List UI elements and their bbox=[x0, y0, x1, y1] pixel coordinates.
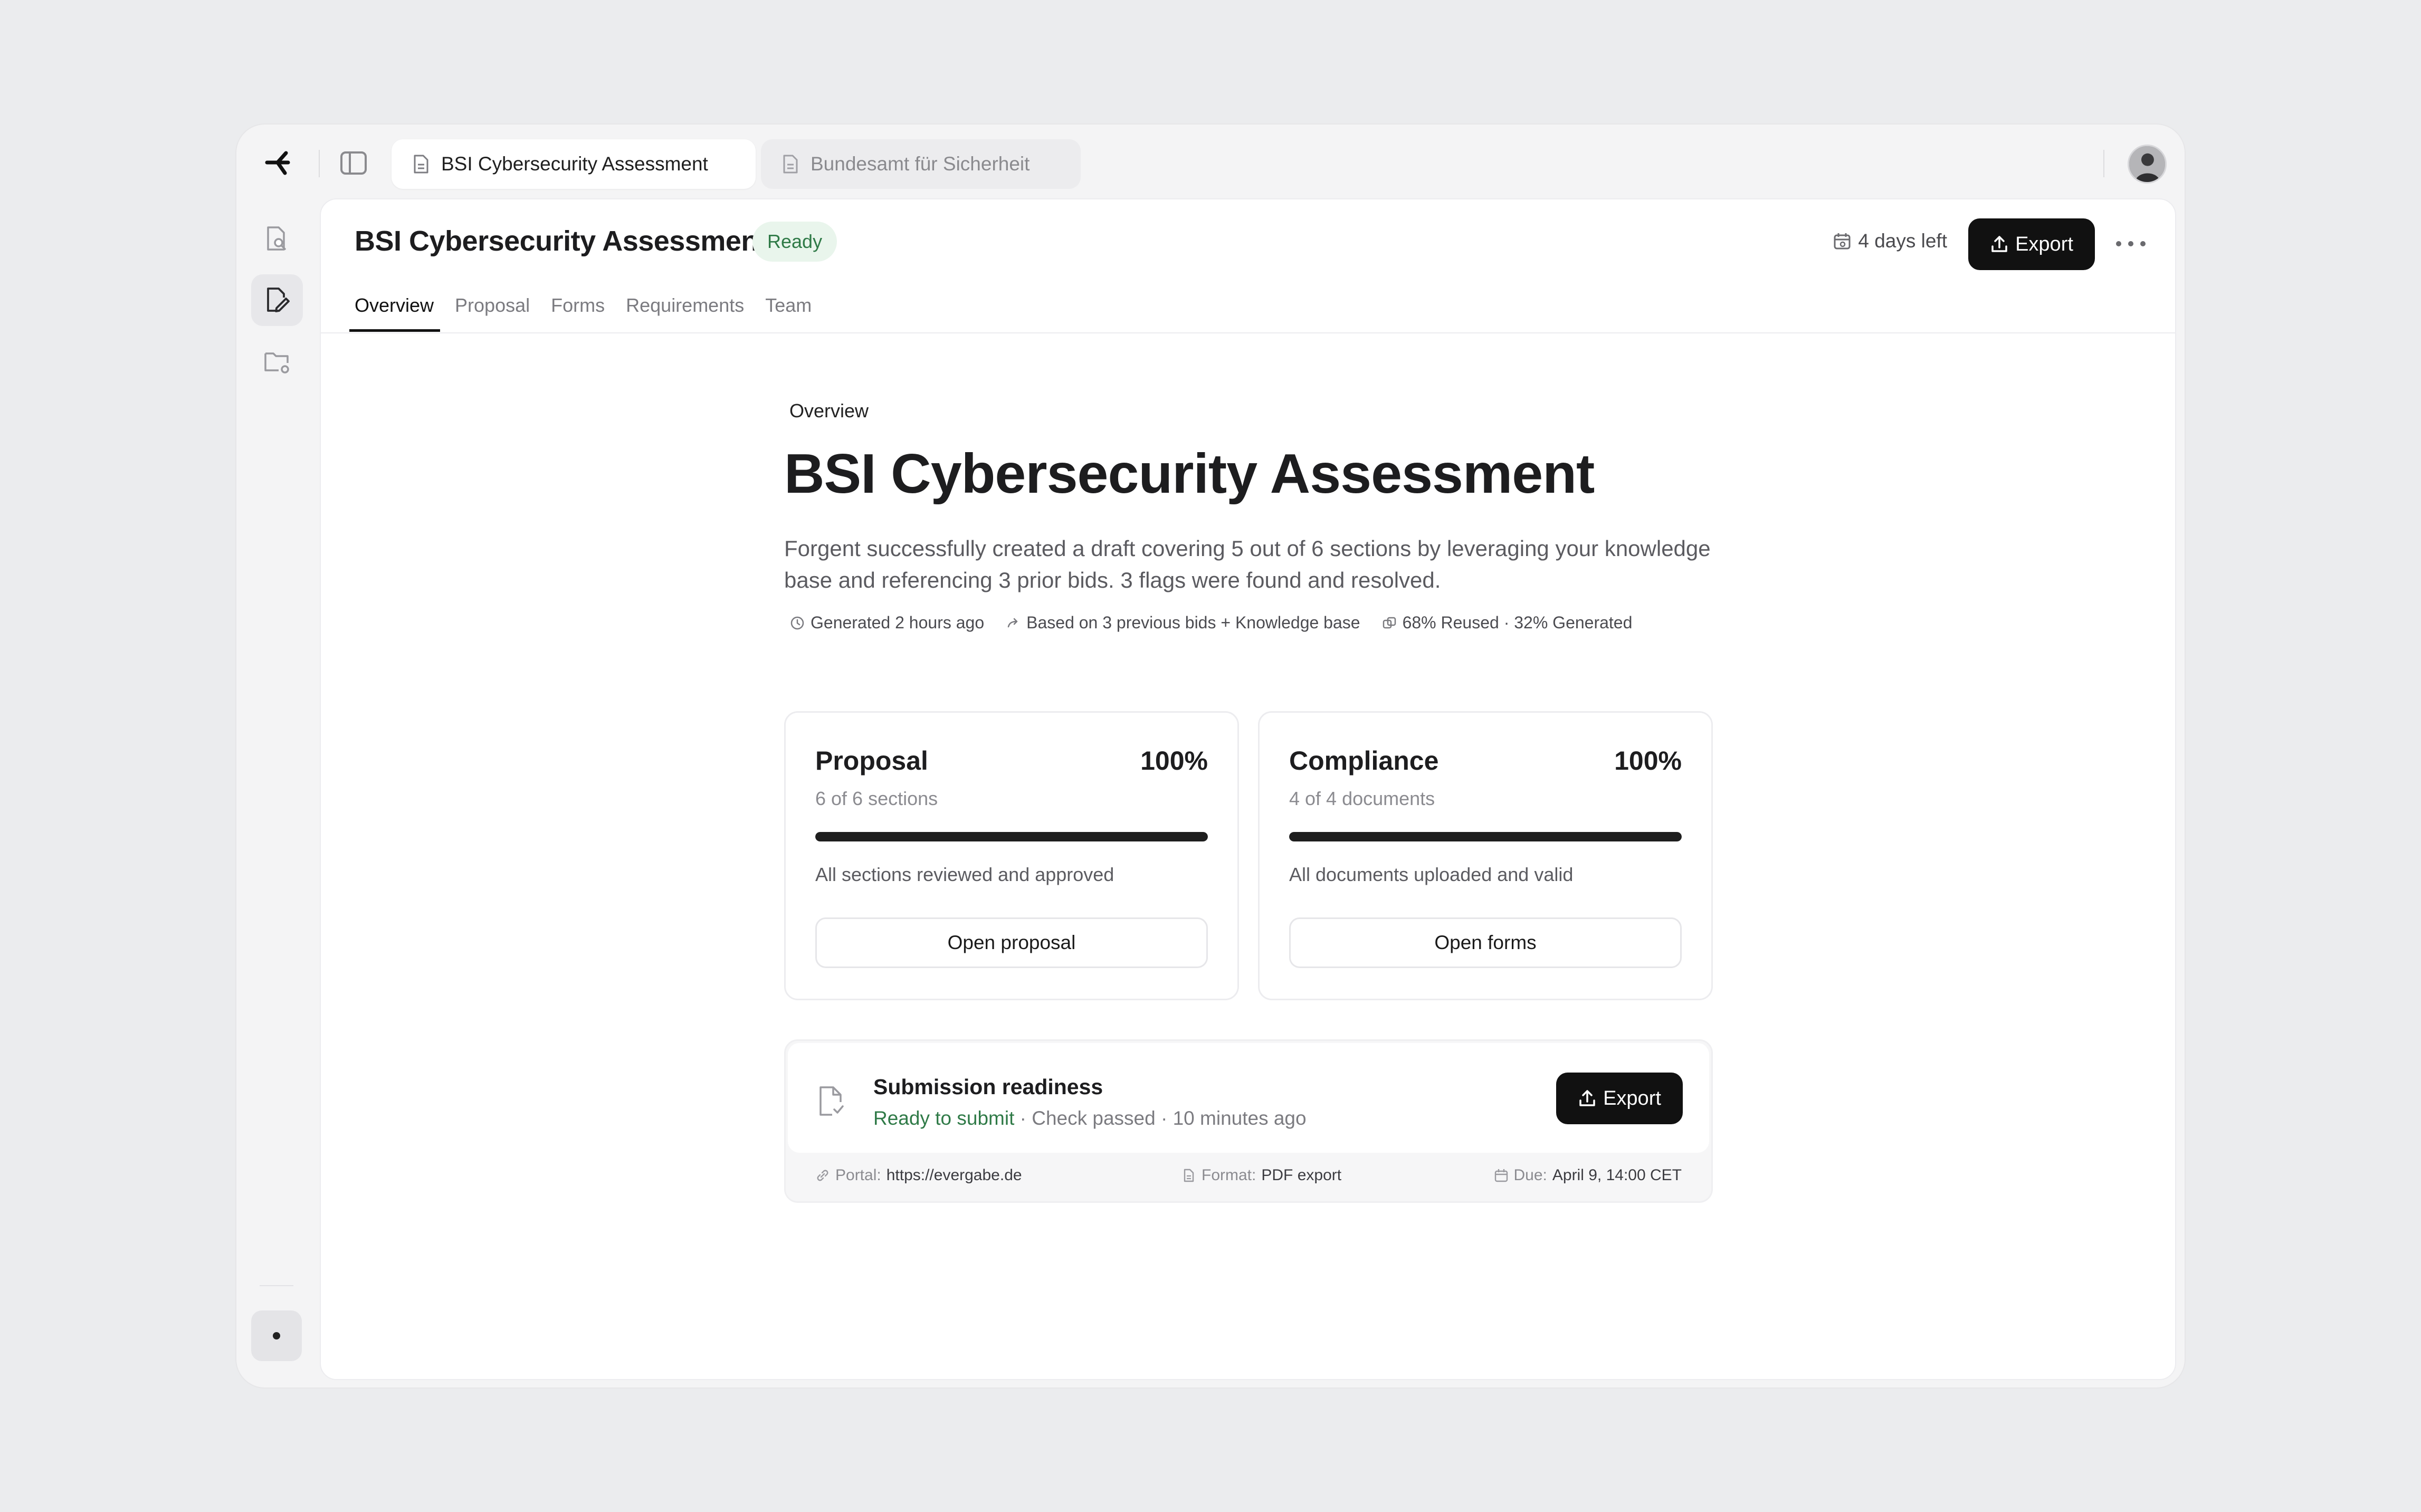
portal-link[interactable]: https://evergabe.de bbox=[887, 1166, 1022, 1184]
submission-readiness-panel: Submission readiness Ready to submit · C… bbox=[784, 1039, 1713, 1203]
tab-team[interactable]: Team bbox=[765, 290, 812, 332]
document-icon bbox=[783, 155, 798, 174]
compliance-card: Compliance 100% 4 of 4 documents All doc… bbox=[1258, 711, 1713, 1000]
app-logo[interactable] bbox=[264, 149, 291, 176]
progress-bar bbox=[1289, 832, 1682, 841]
file-icon bbox=[1184, 1169, 1194, 1182]
tab-requirements[interactable]: Requirements bbox=[626, 290, 744, 332]
user-avatar-icon bbox=[2129, 146, 2165, 182]
progress-fill bbox=[1289, 832, 1682, 841]
tab-label: Bundesamt für Sicherheit bbox=[811, 153, 1030, 175]
main-panel: BSI Cybersecurity Assessment Ready 4 day… bbox=[320, 198, 2176, 1380]
submission-status: Ready to submit · Check passed · 10 minu… bbox=[873, 1107, 1307, 1130]
page-title: BSI Cybersecurity Assessment bbox=[355, 225, 768, 257]
settings-button[interactable] bbox=[251, 1310, 302, 1361]
tab-bsi-cybersecurity[interactable]: BSI Cybersecurity Assessment bbox=[392, 139, 756, 189]
recycle-icon bbox=[1383, 617, 1396, 628]
card-subtitle: 6 of 6 sections bbox=[815, 788, 938, 809]
document-search-icon bbox=[267, 226, 286, 251]
divider bbox=[319, 150, 320, 177]
document-check-icon bbox=[819, 1086, 844, 1116]
open-proposal-button[interactable]: Open proposal bbox=[815, 917, 1208, 968]
overview-description: Forgent successfully created a draft cov… bbox=[784, 536, 1711, 592]
due-value: April 9, 14:00 CET bbox=[1552, 1166, 1682, 1184]
tab-bundesamt[interactable]: Bundesamt für Sicherheit bbox=[761, 139, 1081, 189]
link-icon bbox=[817, 1170, 828, 1181]
avatar[interactable] bbox=[2128, 145, 2167, 184]
based-on-meta: Based on 3 previous bids + Knowledge bas… bbox=[1005, 613, 1360, 633]
submission-export-button[interactable]: Export bbox=[1556, 1073, 1683, 1124]
open-forms-button[interactable]: Open forms bbox=[1289, 917, 1682, 968]
calendar-icon bbox=[1494, 1169, 1508, 1182]
reuse-meta: 68% Reused · 32% Generated bbox=[1381, 613, 1633, 633]
portal-meta: Portal: https://evergabe.de bbox=[815, 1166, 1022, 1184]
format-key: Format: bbox=[1202, 1166, 1256, 1184]
overview-title: BSI Cybersecurity Assessment bbox=[784, 443, 1595, 505]
divider bbox=[260, 1285, 293, 1286]
card-subtitle: 4 of 4 documents bbox=[1289, 788, 1435, 809]
card-title: Proposal bbox=[815, 746, 928, 776]
progress-fill bbox=[815, 832, 1208, 841]
check-passed-text: · Check passed · 10 minutes ago bbox=[1014, 1107, 1307, 1129]
calendar-icon bbox=[1834, 233, 1851, 250]
more-options-icon[interactable] bbox=[2116, 233, 2146, 254]
app-window: BSI Cybersecurity Assessment Bundesamt f… bbox=[235, 123, 2186, 1389]
tab-label: BSI Cybersecurity Assessment bbox=[441, 153, 708, 175]
dot-icon bbox=[273, 1332, 280, 1339]
upload-icon bbox=[1991, 236, 2007, 252]
progress-bar bbox=[815, 832, 1208, 841]
document-icon bbox=[414, 155, 428, 174]
due-meta: Due: April 9, 14:00 CET bbox=[1494, 1166, 1682, 1184]
upload-icon bbox=[1579, 1090, 1595, 1106]
deadline-indicator: 4 days left bbox=[1833, 230, 1947, 252]
export-label: Export bbox=[2015, 233, 2073, 255]
generated-meta: Generated 2 hours ago bbox=[789, 613, 984, 633]
days-left-label: 4 days left bbox=[1858, 230, 1947, 252]
folder-settings-icon bbox=[264, 352, 289, 374]
card-title: Compliance bbox=[1289, 746, 1439, 776]
format-meta: Format: PDF export bbox=[1181, 1166, 1341, 1184]
proposal-card: Proposal 100% 6 of 6 sections All sectio… bbox=[784, 711, 1239, 1000]
clock-icon bbox=[790, 616, 804, 629]
tab-forms[interactable]: Forms bbox=[551, 290, 605, 332]
card-note: All sections reviewed and approved bbox=[815, 864, 1114, 885]
share-arrow-icon bbox=[1007, 618, 1018, 627]
document-edit-icon bbox=[267, 288, 290, 312]
due-key: Due: bbox=[1513, 1166, 1547, 1184]
search-documents-nav[interactable] bbox=[251, 213, 303, 265]
card-percent: 100% bbox=[1140, 746, 1208, 776]
status-badge: Ready bbox=[752, 222, 837, 262]
folder-settings-nav[interactable] bbox=[251, 336, 303, 387]
based-on-text: Based on 3 previous bids + Knowledge bas… bbox=[1026, 613, 1360, 632]
ready-to-submit-text: Ready to submit bbox=[873, 1107, 1015, 1129]
tab-overview[interactable]: Overview bbox=[349, 290, 441, 332]
tab-proposal[interactable]: Proposal bbox=[455, 290, 530, 332]
generated-text: Generated 2 hours ago bbox=[811, 613, 985, 632]
reuse-text: 68% Reused · 32% Generated bbox=[1402, 613, 1633, 632]
subnav-tabs: Overview Proposal Forms Requirements Tea… bbox=[349, 290, 833, 332]
generation-meta: Generated 2 hours ago Based on 3 previou… bbox=[789, 613, 1653, 633]
submission-summary: Submission readiness Ready to submit · C… bbox=[788, 1043, 1709, 1153]
sidebar-toggle-icon[interactable] bbox=[340, 151, 367, 175]
format-value: PDF export bbox=[1261, 1166, 1342, 1184]
portal-key: Portal: bbox=[835, 1166, 881, 1184]
divider bbox=[321, 332, 2175, 333]
card-percent: 100% bbox=[1614, 746, 1682, 776]
card-note: All documents uploaded and valid bbox=[1289, 864, 1574, 885]
section-eyebrow: Overview bbox=[789, 400, 869, 422]
submission-title: Submission readiness bbox=[873, 1075, 1103, 1099]
export-label: Export bbox=[1603, 1087, 1661, 1109]
edit-documents-nav[interactable] bbox=[251, 274, 303, 326]
divider bbox=[2103, 150, 2104, 177]
export-button[interactable]: Export bbox=[1968, 218, 2095, 270]
